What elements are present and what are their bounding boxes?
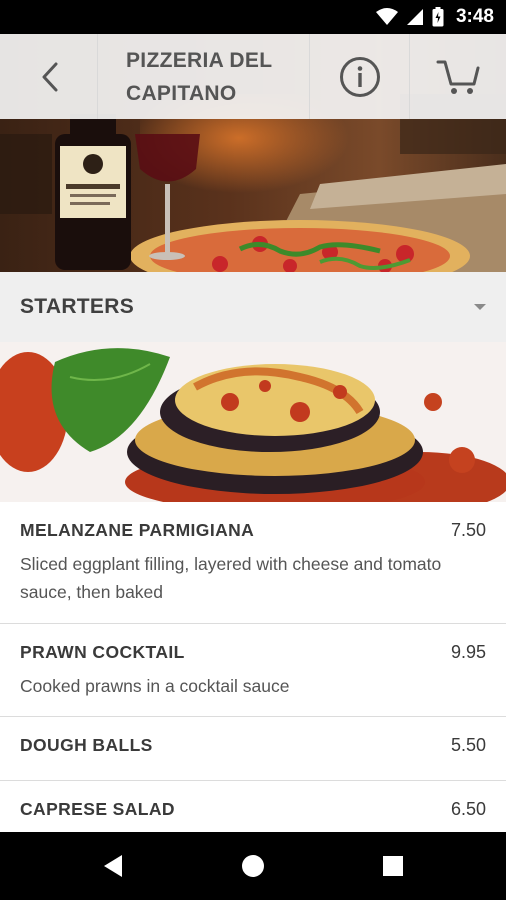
- cart-button[interactable]: [410, 34, 506, 119]
- menu-item[interactable]: PRAWN COCKTAIL 9.95 Cooked prawns in a c…: [0, 624, 506, 717]
- menu-item-description: Sliced eggplant ﬁlling, layered with che…: [20, 554, 442, 602]
- chevron-left-icon: [42, 62, 57, 91]
- category-photo: [0, 342, 506, 502]
- caret-down-icon: [474, 304, 486, 310]
- nav-home-button[interactable]: [213, 832, 293, 900]
- category-title: STARTERS: [20, 295, 135, 318]
- recents-square-icon: [383, 856, 403, 876]
- menu-item[interactable]: MELANZANE PARMIGIANA 7.50 Sliced eggplan…: [0, 502, 506, 624]
- status-icons: 3:48: [375, 0, 494, 34]
- menu-item-price: 7.50: [450, 520, 486, 540]
- status-bar: 3:48: [0, 0, 506, 34]
- menu-item[interactable]: DOUGH BALLS 5.50: [0, 717, 506, 781]
- nav-recents-button[interactable]: [353, 832, 433, 900]
- top-app-bar: PIZZERIA DEL CAPITANO: [0, 34, 506, 119]
- title-cell: PIZZERIA DEL CAPITANO: [98, 34, 310, 119]
- menu-item-price: 6.50: [450, 799, 486, 819]
- menu-item-name: PRAWN COCKTAIL: [20, 642, 185, 662]
- info-button[interactable]: [310, 34, 410, 119]
- status-time: 3:48: [455, 6, 494, 27]
- battery-icon: [432, 7, 444, 27]
- menu-item-description: Cooked prawns in a cocktail sauce: [20, 676, 290, 696]
- nav-back-button[interactable]: [73, 832, 153, 900]
- menu-list: MELANZANE PARMIGIANA 7.50 Sliced eggplan…: [0, 502, 506, 832]
- info-icon: [339, 56, 380, 97]
- menu-item-name: DOUGH BALLS: [20, 735, 153, 755]
- wifi-icon: [375, 8, 398, 25]
- menu-item-name: MELANZANE PARMIGIANA: [20, 520, 255, 540]
- system-nav-bar: [0, 832, 506, 900]
- menu-item-name: CAPRESE SALAD: [20, 799, 175, 819]
- menu-item-price: 5.50: [450, 735, 486, 755]
- home-circle-icon: [242, 855, 264, 877]
- back-button[interactable]: [0, 34, 98, 119]
- back-triangle-icon: [104, 855, 122, 877]
- menu-item-price: 9.95: [450, 642, 486, 662]
- page-title: PIZZERIA DEL CAPITANO: [126, 48, 272, 105]
- category-header-starters[interactable]: STARTERS: [0, 272, 506, 342]
- menu-item[interactable]: CAPRESE SALAD 6.50: [0, 781, 506, 832]
- signal-icon: [406, 9, 423, 25]
- cart-icon: [436, 60, 480, 94]
